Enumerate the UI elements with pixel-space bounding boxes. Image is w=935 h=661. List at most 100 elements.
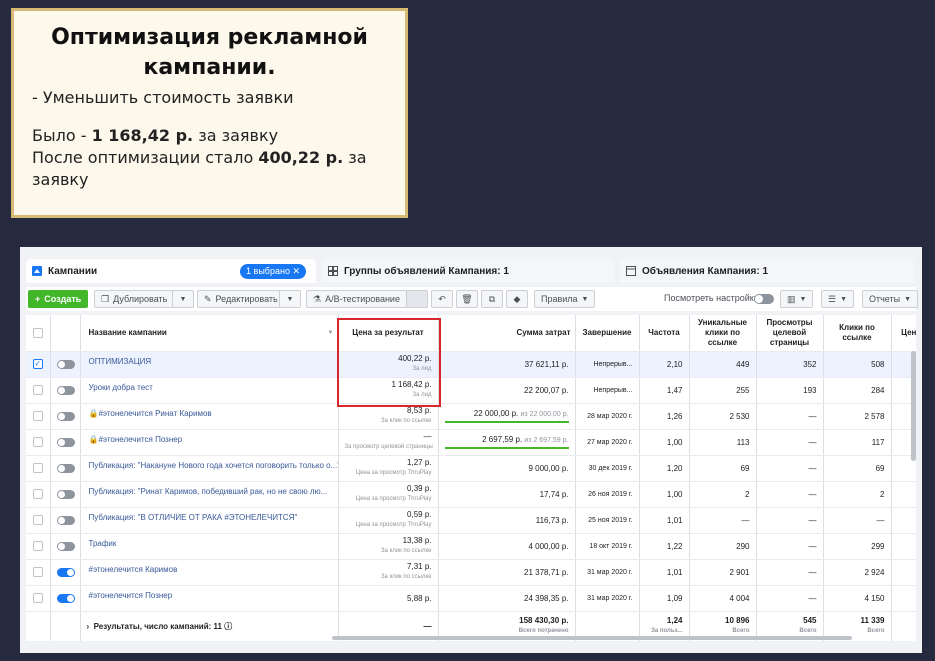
end-date: 26 ноя 2019 г. xyxy=(575,481,640,508)
row-checkbox[interactable]: ✓ xyxy=(32,359,43,369)
budget-progress xyxy=(444,421,569,423)
row-toggle-cell[interactable] xyxy=(50,455,81,482)
row-toggle-cell[interactable] xyxy=(50,559,81,586)
campaign-name[interactable]: #этонелечится Познер xyxy=(80,585,339,612)
row-select-cell[interactable] xyxy=(26,533,51,560)
campaign-toggle[interactable] xyxy=(56,541,75,551)
tab-ads[interactable]: Объявления Кампания: 1 xyxy=(620,259,914,283)
row-checkbox[interactable] xyxy=(32,515,43,525)
columns-button[interactable]: ▥ ▼ xyxy=(780,290,814,308)
campaign-toggle[interactable] xyxy=(56,385,75,395)
table-row[interactable]: 🔒#этонелечится Ринат Каримов 8,53 р. За к… xyxy=(26,403,916,430)
horizontal-scrollbar[interactable] xyxy=(332,636,852,640)
view-settings-toggle[interactable] xyxy=(754,294,774,304)
col-clicks[interactable]: Клики по ссылке xyxy=(823,315,892,352)
campaign-name[interactable]: 🔒#этонелечится Ринат Каримов xyxy=(80,403,339,430)
rules-button[interactable]: Правила ▼ xyxy=(534,290,596,308)
row-select-cell[interactable] xyxy=(26,559,51,586)
campaign-toggle[interactable] xyxy=(56,515,75,525)
row-select-cell[interactable] xyxy=(26,507,51,534)
campaign-toggle[interactable] xyxy=(56,463,75,473)
table-row[interactable]: #этонелечится Каримов 7,31 р. За клик по … xyxy=(26,559,916,586)
row-checkbox[interactable] xyxy=(32,593,43,603)
row-toggle-cell[interactable] xyxy=(50,377,81,404)
col-cost[interactable]: Цена за результат xyxy=(338,315,439,352)
row-select-cell[interactable] xyxy=(26,455,51,482)
blank-button[interactable] xyxy=(406,290,428,308)
campaign-name[interactable]: Публикация: "В ОТЛИЧИЕ ОТ РАКА #ЭТОНЕЛЕЧ… xyxy=(80,507,339,534)
table-row[interactable]: #этонелечится Познер 5,88 р. 24 398,35 р… xyxy=(26,585,916,612)
breakdown-button[interactable]: ☰ ▼ xyxy=(821,290,855,308)
campaign-name[interactable]: #этонелечится Каримов xyxy=(80,559,339,586)
campaign-name[interactable]: ОПТИМИЗАЦИЯ xyxy=(80,351,339,378)
vertical-scrollbar[interactable] xyxy=(911,351,916,461)
campaign-name[interactable]: Публикация: "Накануне Нового года хочетс… xyxy=(80,455,339,482)
col-freq[interactable]: Частота xyxy=(639,315,690,352)
tag-button[interactable]: ◆ xyxy=(506,290,528,308)
table-row[interactable]: Публикация: "Ринат Каримов, победивший р… xyxy=(26,481,916,508)
table-row[interactable]: Уроки добра тест 1 168,42 р. За лид 22 20… xyxy=(26,377,916,404)
tab-adsets[interactable]: Группы объявлений Кампания: 1 xyxy=(322,259,614,283)
table-row[interactable]: ✓ ОПТИМИЗАЦИЯ 400,22 р. За лид 37 621,11 … xyxy=(26,351,916,378)
select-all-cell[interactable] xyxy=(26,315,51,352)
campaign-toggle[interactable] xyxy=(56,411,75,421)
row-toggle-cell[interactable] xyxy=(50,429,81,456)
campaign-name[interactable]: Трафик xyxy=(80,533,339,560)
row-toggle-cell[interactable] xyxy=(50,533,81,560)
ab-test-button[interactable]: ⚗ A/B-тестирование xyxy=(306,290,407,308)
campaign-name[interactable]: Уроки добра тест xyxy=(80,377,339,404)
col-price[interactable]: Цена xyxy=(891,315,916,352)
row-toggle-cell[interactable] xyxy=(50,403,81,430)
undo-button[interactable]: ↶ xyxy=(431,290,453,308)
unique-clicks: 290 xyxy=(689,533,757,560)
row-checkbox[interactable] xyxy=(32,385,43,395)
edit-button[interactable]: ✎ Редактировать xyxy=(197,290,285,308)
row-toggle-cell[interactable] xyxy=(50,481,81,508)
col-end[interactable]: Завершение xyxy=(575,315,640,352)
col-views[interactable]: Просмотры целевой страницы xyxy=(756,315,824,352)
table-row[interactable]: Трафик 13,38 р. За клик по ссылке 4 000,0… xyxy=(26,533,916,560)
select-all-checkbox[interactable] xyxy=(32,327,43,338)
row-toggle-cell[interactable] xyxy=(50,585,81,612)
chevron-down-icon: ▼ xyxy=(581,295,589,303)
preview-button[interactable]: ⧉ xyxy=(481,290,503,308)
table-row[interactable]: Публикация: "Накануне Нового года хочетс… xyxy=(26,455,916,482)
table-row[interactable]: 🔒#этонелечится Познер — За просмотр целев… xyxy=(26,429,916,456)
col-unique-clicks[interactable]: Уникальные клики по ссылке xyxy=(689,315,757,352)
row-select-cell[interactable] xyxy=(26,403,51,430)
row-checkbox[interactable] xyxy=(32,567,43,577)
table-row[interactable]: Публикация: "В ОТЛИЧИЕ ОТ РАКА #ЭТОНЕЛЕЧ… xyxy=(26,507,916,534)
campaign-toggle[interactable] xyxy=(56,593,75,603)
card-after: После оптимизации стало 400,22 р. за зая… xyxy=(32,148,367,189)
campaign-name[interactable]: 🔒#этонелечится Познер xyxy=(80,429,339,456)
row-checkbox[interactable] xyxy=(32,541,43,551)
row-select-cell[interactable] xyxy=(26,481,51,508)
row-select-cell[interactable] xyxy=(26,429,51,456)
row-checkbox[interactable] xyxy=(32,463,43,473)
campaign-toggle[interactable] xyxy=(56,567,75,577)
duplicate-button[interactable]: ❐ Дублировать xyxy=(94,290,175,308)
tab-campaigns[interactable]: Кампании 1 выбрано ✕ xyxy=(26,259,316,283)
row-checkbox[interactable] xyxy=(32,437,43,447)
campaign-toggle[interactable] xyxy=(56,437,75,447)
col-spend[interactable]: Сумма затрат xyxy=(438,315,576,352)
selected-badge[interactable]: 1 выбрано ✕ xyxy=(240,263,306,279)
row-toggle-cell[interactable] xyxy=(50,351,81,378)
row-checkbox[interactable] xyxy=(32,489,43,499)
row-select-cell[interactable] xyxy=(26,585,51,612)
campaign-toggle[interactable] xyxy=(56,489,75,499)
reports-button[interactable]: Отчеты ▼ xyxy=(862,290,919,308)
create-button[interactable]: + Создать xyxy=(28,290,89,308)
col-name[interactable]: Название кампании ▼ xyxy=(80,315,339,352)
row-select-cell[interactable] xyxy=(26,377,51,404)
edit-dropdown[interactable]: ▼ xyxy=(279,290,301,308)
totals-label[interactable]: › Результаты, число кампаний: 11 ⓘ xyxy=(80,611,339,641)
row-select-cell[interactable]: ✓ xyxy=(26,351,51,378)
campaign-toggle[interactable] xyxy=(56,359,75,369)
row-checkbox[interactable] xyxy=(32,411,43,421)
delete-button[interactable]: 🗑 xyxy=(456,290,478,308)
duplicate-dropdown[interactable]: ▼ xyxy=(172,290,194,308)
row-toggle-cell[interactable] xyxy=(50,507,81,534)
end-date: 31 мар 2020 г. xyxy=(575,585,640,612)
campaign-name[interactable]: Публикация: "Ринат Каримов, победивший р… xyxy=(80,481,339,508)
